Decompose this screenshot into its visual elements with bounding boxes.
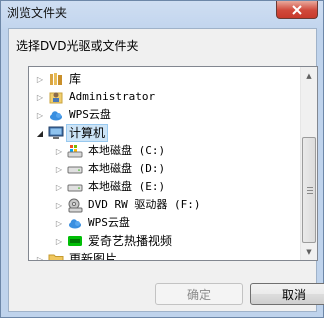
expand-arrow-icon[interactable]: ▷: [35, 250, 45, 261]
tree-item-library[interactable]: ▷ 库: [29, 70, 300, 88]
tree-item-label: 本地磁盘 (C:): [88, 144, 166, 157]
tree-item-label: WPS云盘: [88, 216, 130, 229]
user-folder-icon: [48, 89, 64, 105]
collapse-arrow-icon[interactable]: ◢: [35, 124, 45, 142]
expand-arrow-icon[interactable]: ▷: [54, 142, 64, 160]
cloud-icon: [67, 215, 83, 231]
hard-drive-icon: [67, 161, 83, 177]
tree-item-label: 本地磁盘 (D:): [88, 162, 166, 175]
tree-item-dvd-drive[interactable]: ▷ DVD RW 驱动器 (F:): [29, 196, 300, 214]
cloud-icon: [48, 107, 64, 123]
arrow-up-icon: ▲: [306, 71, 312, 80]
grip-line: [307, 190, 313, 191]
tree-item-update-pictures[interactable]: ▷ 更新图片: [29, 250, 300, 261]
expand-arrow-icon[interactable]: ▷: [35, 70, 45, 88]
expand-arrow-icon[interactable]: ▷: [54, 196, 64, 214]
tree-item-drive-c[interactable]: ▷ 本地磁盘 (C:): [29, 142, 300, 160]
system-drive-icon: [67, 143, 83, 159]
computer-icon: [48, 125, 64, 141]
expand-arrow-icon[interactable]: ▷: [35, 106, 45, 124]
tree-item-label: 更新图片: [69, 252, 118, 261]
tree-item-computer[interactable]: ◢ 计算机: [29, 124, 300, 142]
dialog-body: 选择DVD光驱或文件夹 ▷ 库 ▷ Administrator ▷ WPS云盘 …: [8, 28, 324, 312]
tree-item-label: DVD RW 驱动器 (F:): [88, 198, 201, 211]
scroll-down-button[interactable]: ▼: [301, 243, 317, 260]
folder-icon: [48, 251, 64, 260]
folder-tree[interactable]: ▷ 库 ▷ Administrator ▷ WPS云盘 ◢ 计算机 ▷ 本地磁盘…: [28, 66, 318, 261]
tree-item-label: WPS云盘: [69, 108, 111, 121]
arrow-down-icon: ▼: [306, 247, 312, 256]
instruction-text: 选择DVD光驱或文件夹: [16, 39, 139, 53]
library-icon: [48, 71, 64, 87]
expand-arrow-icon[interactable]: ▷: [54, 214, 64, 232]
hard-drive-icon: [67, 179, 83, 195]
browse-folder-dialog: 浏览文件夹 选择DVD光驱或文件夹 ▷ 库 ▷ Administrator ▷ …: [0, 0, 324, 318]
window-title: 浏览文件夹: [7, 6, 68, 20]
tree-item-wps-cloud-2[interactable]: ▷ WPS云盘: [29, 214, 300, 232]
grip-line: [307, 193, 313, 194]
tree-item-label: 计算机: [65, 124, 109, 142]
tree-item-drive-d[interactable]: ▷ 本地磁盘 (D:): [29, 160, 300, 178]
cancel-button[interactable]: 取消: [250, 283, 324, 305]
tree-item-label: 本地磁盘 (E:): [88, 180, 166, 193]
tree-item-drive-e[interactable]: ▷ 本地磁盘 (E:): [29, 178, 300, 196]
expand-arrow-icon[interactable]: ▷: [54, 160, 64, 178]
expand-arrow-icon[interactable]: ▷: [35, 88, 45, 106]
close-button[interactable]: [276, 1, 318, 19]
expand-arrow-icon[interactable]: ▷: [54, 178, 64, 196]
ok-button[interactable]: 确定: [155, 283, 243, 305]
grip-line: [307, 187, 313, 188]
tree-item-label: Administrator: [69, 90, 156, 103]
iqiyi-icon: [67, 233, 83, 249]
vertical-scrollbar[interactable]: ▲ ▼: [300, 67, 317, 260]
scroll-up-button[interactable]: ▲: [301, 67, 317, 84]
tree-item-administrator[interactable]: ▷ Administrator: [29, 88, 300, 106]
tree-item-iqiyi[interactable]: ▷ 爱奇艺热播视频: [29, 232, 300, 250]
dvd-drive-icon: [67, 197, 83, 213]
tree-item-label: 爱奇艺热播视频: [88, 234, 173, 248]
tree-item-wps-cloud[interactable]: ▷ WPS云盘: [29, 106, 300, 124]
tree-item-label: 库: [69, 72, 82, 86]
scroll-thumb[interactable]: [302, 137, 316, 243]
expand-arrow-icon[interactable]: ▷: [54, 232, 64, 250]
close-icon: [292, 4, 302, 15]
